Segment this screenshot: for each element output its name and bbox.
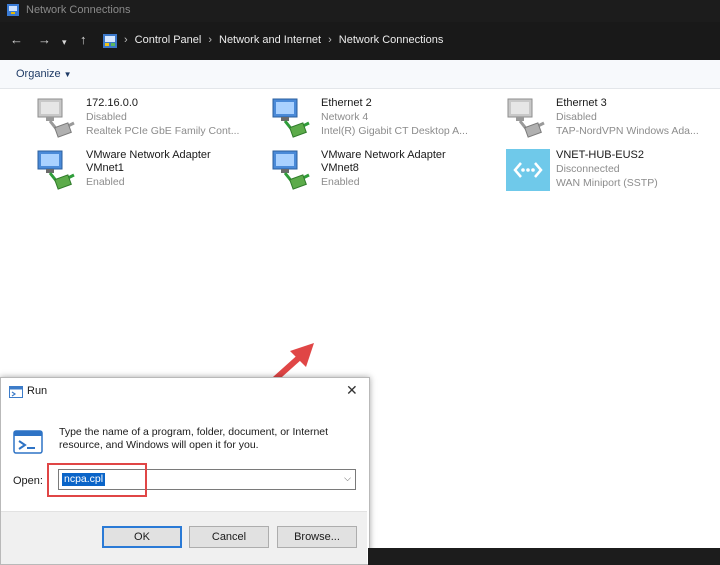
connection-name: VMware Network Adapter <box>321 149 446 161</box>
breadcrumb-network-connections[interactable]: Network Connections <box>339 34 444 46</box>
connection-device: Realtek PCIe GbE Family Cont... <box>86 125 240 137</box>
connection-status: Enabled <box>321 176 360 188</box>
network-adapter-icon <box>272 150 310 190</box>
run-description: Type the name of a program, folder, docu… <box>59 426 329 451</box>
run-dialog-title: Run <box>27 385 48 397</box>
open-label: Open: <box>13 475 43 487</box>
connection-status: Disconnected <box>556 163 620 175</box>
run-dialog: Run ✕ Type the name of a program, folder… <box>0 377 370 565</box>
dialog-footer: OK Cancel Browse... <box>1 511 367 564</box>
connection-device: TAP-NordVPN Windows Ada... <box>556 125 699 137</box>
ok-button[interactable]: OK <box>102 526 182 548</box>
recent-locations-icon[interactable]: ▾ <box>62 35 67 49</box>
chevron-down-icon: ▼ <box>63 70 72 79</box>
up-icon[interactable]: ↑ <box>80 33 87 47</box>
cancel-button[interactable]: Cancel <box>189 526 269 548</box>
vpn-connection-icon <box>506 149 550 191</box>
organize-button[interactable]: Organize ▼ <box>16 68 72 80</box>
connection-name: Ethernet 3 <box>556 97 607 109</box>
breadcrumb: › Control Panel › Network and Internet ›… <box>124 34 443 46</box>
forward-icon[interactable]: → <box>38 33 51 47</box>
connection-status: Disabled <box>86 111 127 123</box>
network-adapter-disabled-icon <box>37 98 75 138</box>
connection-name-line-2: VMnet1 <box>86 162 124 174</box>
breadcrumb-network-and-internet[interactable]: Network and Internet <box>219 34 321 46</box>
window-title: Network Connections <box>26 4 131 16</box>
network-adapter-disabled-icon <box>507 98 545 138</box>
run-program-icon <box>13 430 43 454</box>
connection-item-vnet-hub-eus2[interactable]: VNET-HUB-EUS2 Disconnected WAN Miniport … <box>506 149 720 195</box>
title-bar: Network Connections <box>0 0 720 22</box>
connection-item-vmnet8[interactable]: VMware Network Adapter VMnet8 Enabled <box>271 149 501 195</box>
breadcrumb-separator: › <box>124 34 128 46</box>
connection-device: WAN Miniport (SSTP) <box>556 177 658 189</box>
network-adapter-icon <box>37 150 75 190</box>
control-panel-icon <box>103 34 117 48</box>
command-bar: Organize ▼ <box>0 60 720 89</box>
connection-item-vmnet1[interactable]: VMware Network Adapter VMnet1 Enabled <box>36 149 266 195</box>
organize-label: Organize <box>16 68 61 80</box>
network-adapter-icon <box>272 98 310 138</box>
connection-item-ethernet-3[interactable]: Ethernet 3 Disabled TAP-NordVPN Windows … <box>506 97 720 143</box>
browse-button[interactable]: Browse... <box>277 526 357 548</box>
connection-name: VMware Network Adapter <box>86 149 211 161</box>
chevron-down-icon[interactable]: ⌵ <box>344 473 351 484</box>
connection-status: Network 4 <box>321 111 369 123</box>
back-icon[interactable]: ← <box>10 33 23 47</box>
connection-device: Intel(R) Gigabit CT Desktop A... <box>321 125 468 137</box>
breadcrumb-control-panel[interactable]: Control Panel <box>135 34 202 46</box>
annotation-highlight-box <box>47 463 147 497</box>
connection-status: Enabled <box>86 176 125 188</box>
breadcrumb-separator: › <box>208 34 212 46</box>
breadcrumb-separator: › <box>328 34 332 46</box>
taskbar-strip <box>368 548 720 565</box>
connection-name: 172.16.0.0 <box>86 97 138 109</box>
address-bar: ← → ▾ ↑ › Control Panel › Network and In… <box>0 22 720 60</box>
connection-item-172-16-0-0[interactable]: 172.16.0.0 Disabled Realtek PCIe GbE Fam… <box>36 97 266 143</box>
connection-status: Disabled <box>556 111 597 123</box>
connection-name: Ethernet 2 <box>321 97 372 109</box>
connection-item-ethernet-2[interactable]: Ethernet 2 Network 4 Intel(R) Gigabit CT… <box>271 97 501 143</box>
run-app-icon <box>9 386 23 398</box>
network-connections-app-icon <box>7 4 19 16</box>
close-icon[interactable]: ✕ <box>346 382 358 399</box>
connection-name-line-2: VMnet8 <box>321 162 359 174</box>
connection-name: VNET-HUB-EUS2 <box>556 149 645 161</box>
